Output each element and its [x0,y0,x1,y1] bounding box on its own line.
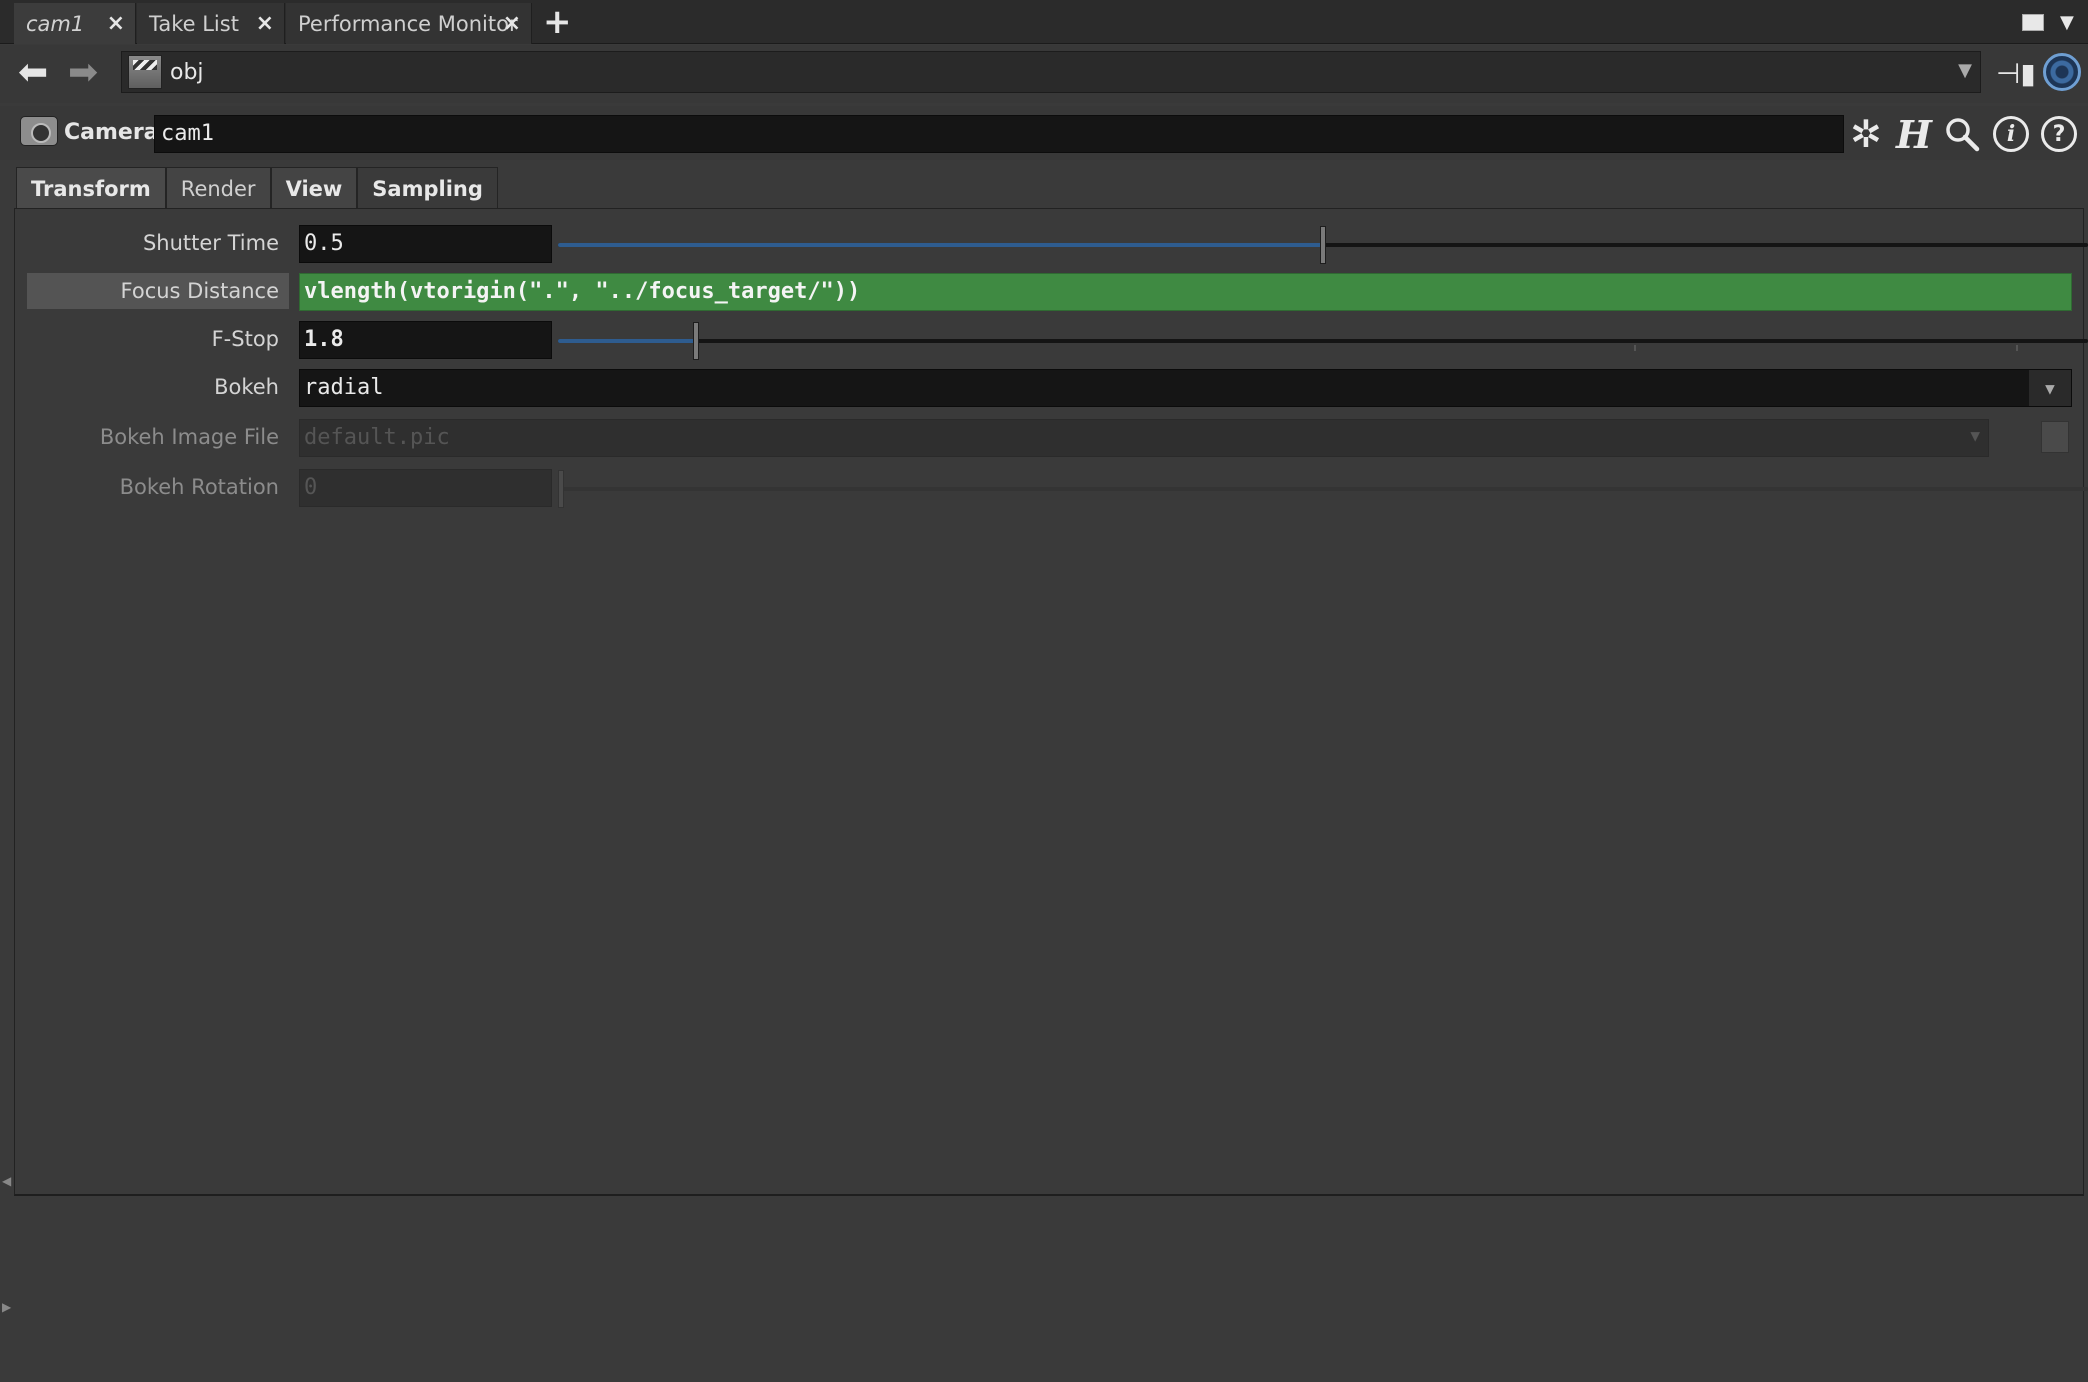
slider-tick [2016,345,2018,351]
param-row-bokeh-rotation: Bokeh Rotation 0 [15,465,2088,509]
param-row-bokeh: Bokeh radial ▼ [15,365,2085,409]
expand-right-icon[interactable]: ▶ [2,1300,11,1314]
param-label: Bokeh [214,375,279,399]
param-label: F-Stop [211,327,279,351]
node-type-label: Camera [64,120,159,145]
bokeh-menu[interactable]: radial ▼ [299,369,2072,407]
tab-take-list[interactable]: Take List × [137,3,285,44]
lower-pane [0,1197,2088,1382]
param-label: Focus Distance [27,273,289,309]
tab-cam1[interactable]: cam1 × [14,3,136,44]
tab-view[interactable]: View [270,167,358,209]
close-icon[interactable]: × [503,11,521,36]
fstop-slider[interactable] [558,322,2088,360]
path-field[interactable]: obj ▼ [121,51,1981,93]
bokeh-image-file-field[interactable]: default.pic ▼ [299,419,1989,457]
chevron-down-icon[interactable]: ▼ [1970,426,1980,445]
close-icon[interactable]: × [256,11,274,36]
slider-handle[interactable] [558,470,564,508]
tab-label: Take List [149,11,239,36]
tab-label: cam1 [26,11,85,36]
houdini-h-icon[interactable]: H [1894,112,1934,157]
chevron-down-icon[interactable]: ▼ [2029,370,2071,406]
slider-handle[interactable] [1320,226,1326,264]
search-icon[interactable] [1942,114,1982,154]
bokeh-rotation-slider[interactable] [558,470,2088,508]
bokeh-value: radial [304,375,384,400]
tab-render[interactable]: Render [165,167,271,209]
chevron-down-icon[interactable]: ▼ [2060,12,2074,33]
gear-icon[interactable]: ✲ [1846,112,1886,156]
network-clapper-icon [128,55,162,89]
pane-menu-icon[interactable] [2022,14,2044,31]
shutter-time-field[interactable]: 0.5 [299,225,552,263]
node-header: Camera cam1 ✲ H i ? [0,106,2088,160]
focus-distance-expression[interactable]: vlength(vtorigin(".", "../focus_target/"… [299,273,2072,311]
close-icon[interactable]: × [107,11,125,36]
slider-tick [1634,345,1636,351]
file-chooser-icon[interactable] [2041,421,2069,453]
pin-icon[interactable]: ⊣▮ [1996,57,2036,90]
param-row-bokeh-image-file: Bokeh Image File default.pic ▼ [15,415,2085,459]
tab-performance-monitor[interactable]: Performance Monitor × [286,3,532,44]
slider-fill [558,339,696,343]
back-arrow-icon[interactable]: ⬅ [18,55,48,91]
collapse-left-icon[interactable]: ◀ [2,1174,11,1188]
link-target-icon[interactable] [2043,53,2081,91]
add-tab-icon[interactable]: + [543,2,572,42]
tab-label: Performance Monitor [298,11,518,36]
parameter-panel: Shutter Time 0.5 Focus Distance vlength(… [14,208,2088,1196]
forward-arrow-icon[interactable]: ➡ [68,55,98,91]
param-label: Bokeh Image File [99,425,279,449]
slider-fill [558,243,1323,247]
info-icon[interactable]: i [1993,116,2029,152]
help-icon[interactable]: ? [2041,116,2077,152]
bokeh-image-file-value: default.pic [304,425,450,450]
param-label: Shutter Time [142,231,279,255]
pane-tab-bar: cam1 × Take List × Performance Monitor ×… [0,0,2088,44]
chevron-down-icon[interactable]: ▼ [1958,60,1972,81]
param-row-fstop: F-Stop 1.8 [15,317,2088,361]
bokeh-rotation-field[interactable]: 0 [299,469,552,507]
tab-transform[interactable]: Transform [16,167,166,209]
parameter-tabs: Transform Render View Sampling [16,167,498,209]
path-text: obj [170,59,204,85]
param-label: Bokeh Rotation [119,475,279,499]
slider-handle[interactable] [693,322,699,360]
shutter-time-slider[interactable] [558,226,2088,264]
fstop-field[interactable]: 1.8 [299,321,552,359]
node-name-input[interactable]: cam1 [154,115,1844,153]
tab-sampling[interactable]: Sampling [357,167,498,209]
camera-icon[interactable] [20,116,58,146]
param-row-shutter-time: Shutter Time 0.5 [15,221,2088,265]
param-row-focus-distance: Focus Distance vlength(vtorigin(".", "..… [15,269,2085,313]
network-path-bar: ⬅ ➡ obj ▼ ⊣▮ [0,45,2088,103]
